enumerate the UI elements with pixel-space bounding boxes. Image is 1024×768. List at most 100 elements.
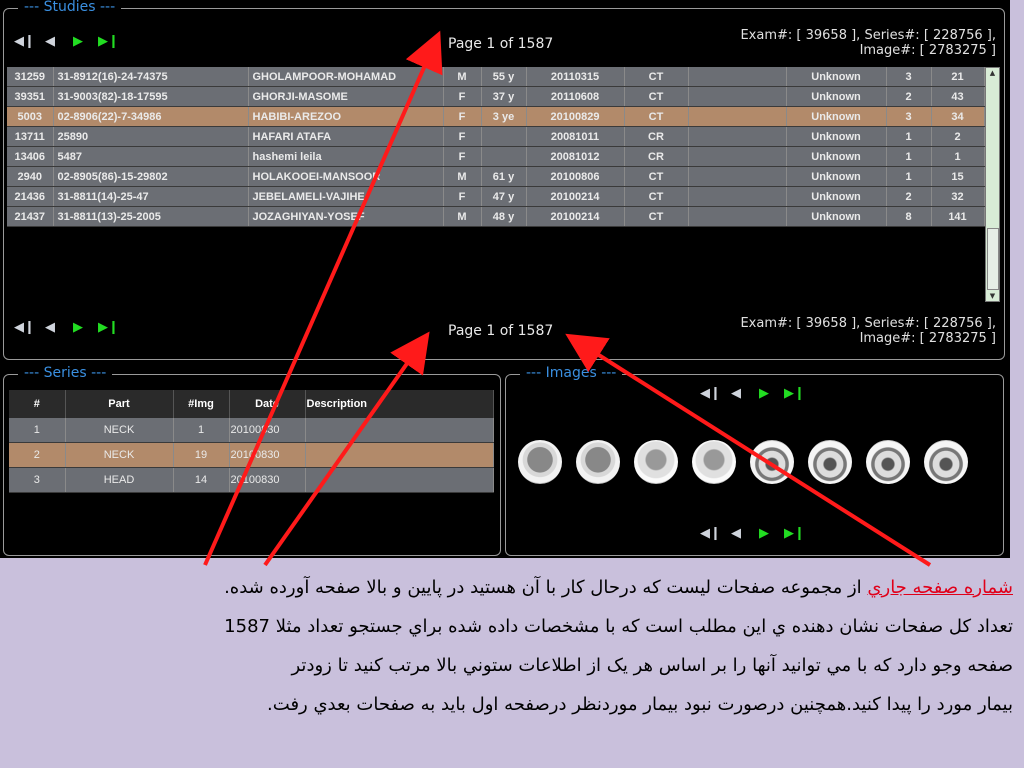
ct-image-thumbnail[interactable] bbox=[518, 440, 562, 484]
next-page-icon[interactable]: ▶ bbox=[70, 34, 86, 50]
first-page-icon[interactable]: ◀❙ bbox=[700, 526, 721, 542]
ct-image-thumbnail[interactable] bbox=[576, 440, 620, 484]
exam-info-top: Exam#: [ 39658 ], Series#: [ 228756 ], I… bbox=[740, 28, 996, 58]
caption-line-1-rest: از مجموعه صفحات ليست كه درحال كار با آن … bbox=[224, 577, 868, 598]
first-page-icon[interactable]: ◀❙ bbox=[14, 320, 35, 336]
studies-top-nav: ◀❙ ◀ ▶ ▶❙ bbox=[14, 34, 119, 50]
next-page-icon[interactable]: ▶ bbox=[756, 386, 772, 402]
table-cell: 19 bbox=[173, 442, 230, 468]
ct-image-thumbnail[interactable] bbox=[924, 440, 968, 484]
table-cell: 1 bbox=[886, 126, 932, 147]
ct-image-thumbnail[interactable] bbox=[634, 440, 678, 484]
ct-image-thumbnail[interactable] bbox=[750, 440, 794, 484]
table-cell bbox=[688, 126, 787, 147]
ct-image-thumbnail[interactable] bbox=[866, 440, 910, 484]
prev-page-icon[interactable]: ◀ bbox=[42, 320, 58, 336]
caption-line-1: شماره صفحه جاري از مجموعه صفحات ليست كه … bbox=[8, 568, 1013, 607]
table-cell: GHORJI-MASOME bbox=[248, 86, 444, 107]
table-cell bbox=[688, 166, 787, 187]
table-cell: Unknown bbox=[786, 126, 887, 147]
table-row[interactable]: 2 NECK 19 20100830 bbox=[9, 442, 494, 468]
table-cell bbox=[688, 67, 787, 87]
table-cell: 20110608 bbox=[526, 86, 625, 107]
exam-info-line1: Exam#: [ 39658 ], Series#: [ 228756 ], bbox=[740, 316, 996, 331]
table-row[interactable]: 31259 31-8912(16)-24-74375 GHOLAMPOOR-MOHA… bbox=[7, 67, 985, 87]
table-cell: M bbox=[443, 67, 482, 87]
prev-page-icon[interactable]: ◀ bbox=[728, 386, 744, 402]
last-page-icon[interactable]: ▶❙ bbox=[784, 526, 805, 542]
table-cell: 20100806 bbox=[526, 166, 625, 187]
table-cell bbox=[688, 186, 787, 207]
last-page-icon[interactable]: ▶❙ bbox=[784, 386, 805, 402]
exam-info-line1: Exam#: [ 39658 ], Series#: [ 228756 ], bbox=[740, 28, 996, 43]
first-page-icon[interactable]: ◀❙ bbox=[14, 34, 35, 50]
last-page-icon[interactable]: ▶❙ bbox=[98, 320, 119, 336]
table-cell: GHOLAMPOOR-MOHAMAD bbox=[248, 67, 444, 87]
table-row[interactable]: 3 HEAD 14 20100830 bbox=[9, 467, 494, 493]
table-row[interactable]: 21437 31-8811(13)-25-2005 JOZAGHIYAN-YOSEF… bbox=[7, 206, 985, 227]
ct-image-thumbnail[interactable] bbox=[808, 440, 852, 484]
table-cell: F bbox=[443, 86, 482, 107]
exam-info-line2: Image#: [ 2783275 ] bbox=[859, 43, 996, 58]
table-row[interactable]: 5003 02-8906(22)-7-34986 HABIBI-AREZOO F 3 y… bbox=[7, 106, 985, 127]
table-cell: 20081012 bbox=[526, 146, 625, 167]
table-cell: 21436 bbox=[7, 186, 54, 207]
table-cell: 21 bbox=[931, 67, 985, 87]
studies-panel-title: --- Studies --- bbox=[18, 0, 122, 15]
images-panel-title: --- Images --- bbox=[520, 365, 623, 381]
scrollbar-thumb[interactable] bbox=[987, 228, 999, 290]
table-cell: 25890 bbox=[53, 126, 249, 147]
table-cell: M bbox=[443, 206, 482, 227]
scroll-down-icon[interactable]: ▼ bbox=[986, 292, 999, 300]
table-cell: 55 y bbox=[481, 67, 527, 87]
prev-page-icon[interactable]: ◀ bbox=[42, 34, 58, 50]
column-header[interactable]: # bbox=[9, 390, 66, 418]
table-cell: F bbox=[443, 106, 482, 127]
table-cell bbox=[305, 418, 494, 443]
last-page-icon[interactable]: ▶❙ bbox=[98, 34, 119, 50]
scroll-up-icon[interactable]: ▲ bbox=[986, 69, 999, 77]
table-row[interactable]: 1 NECK 1 20100830 bbox=[9, 418, 494, 443]
table-row[interactable]: 13711 25890 HAFARI ATAFA F 20081011 CR Unknown… bbox=[7, 126, 985, 147]
table-row[interactable]: 2940 02-8905(86)-15-29802 HOLAKOOEI-MANSOO… bbox=[7, 166, 985, 187]
table-cell: JEBELAMELI-VAJIHE bbox=[248, 186, 444, 207]
column-header[interactable]: Description bbox=[305, 390, 494, 418]
table-cell bbox=[688, 86, 787, 107]
table-cell: 8 bbox=[886, 206, 932, 227]
next-page-icon[interactable]: ▶ bbox=[756, 526, 772, 542]
caption-line-4: بيمار مورد را پيدا كنيد.همچنين درصورت نب… bbox=[267, 694, 1013, 715]
table-cell: 2 bbox=[886, 86, 932, 107]
ct-image-thumbnail[interactable] bbox=[692, 440, 736, 484]
table-cell: 1 bbox=[173, 418, 230, 443]
table-cell: F bbox=[443, 126, 482, 147]
table-cell: 2 bbox=[886, 186, 932, 207]
exam-info-line2: Image#: [ 2783275 ] bbox=[859, 331, 996, 346]
table-cell: 31-9003(82)-18-17595 bbox=[53, 86, 249, 107]
column-header[interactable]: Part bbox=[65, 390, 174, 418]
table-cell: hashemi leila bbox=[248, 146, 444, 167]
table-cell: 32 bbox=[931, 186, 985, 207]
table-cell: 15 bbox=[931, 166, 985, 187]
table-cell: 48 y bbox=[481, 206, 527, 227]
table-cell: 31-8811(14)-25-47 bbox=[53, 186, 249, 207]
table-cell: 1 bbox=[886, 166, 932, 187]
table-cell: NECK bbox=[65, 442, 174, 468]
column-header[interactable]: Date bbox=[229, 390, 306, 418]
pacs-viewer-window: --- Studies --- ◀❙ ◀ ▶ ▶❙ Page 1 of 1587… bbox=[0, 0, 1010, 558]
table-cell: Unknown bbox=[786, 67, 887, 87]
table-cell: 61 y bbox=[481, 166, 527, 187]
prev-page-icon[interactable]: ◀ bbox=[728, 526, 744, 542]
explanation-text: شماره صفحه جاري از مجموعه صفحات ليست كه … bbox=[8, 568, 1013, 724]
first-page-icon[interactable]: ◀❙ bbox=[700, 386, 721, 402]
next-page-icon[interactable]: ▶ bbox=[70, 320, 86, 336]
column-header[interactable]: #Img bbox=[173, 390, 230, 418]
table-cell: CR bbox=[624, 146, 689, 167]
studies-bottom-nav: ◀❙ ◀ ▶ ▶❙ bbox=[14, 320, 119, 336]
table-cell: M bbox=[443, 166, 482, 187]
studies-scrollbar[interactable]: ▲ ▼ bbox=[985, 67, 1000, 302]
table-cell: 31259 bbox=[7, 67, 54, 87]
table-row[interactable]: 13406 5487 hashemi leila F 20081012 CR Unknown… bbox=[7, 146, 985, 167]
table-row[interactable]: 21436 31-8811(14)-25-47 JEBELAMELI-VAJIHE F… bbox=[7, 186, 985, 207]
table-row[interactable]: 39351 31-9003(82)-18-17595 GHORJI-MASOME F 3… bbox=[7, 86, 985, 107]
table-cell: 5487 bbox=[53, 146, 249, 167]
